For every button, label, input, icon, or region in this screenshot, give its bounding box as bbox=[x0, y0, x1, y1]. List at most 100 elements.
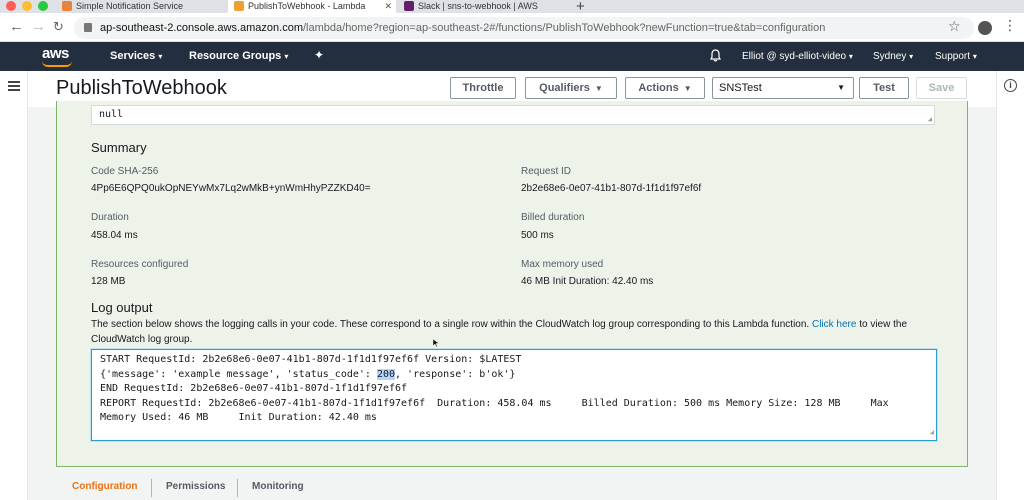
support-menu[interactable]: Support ▾ bbox=[935, 51, 977, 62]
caret-down-icon: ▼ bbox=[683, 84, 692, 93]
resize-handle-icon[interactable]: ◢ bbox=[930, 425, 934, 440]
sns-icon bbox=[62, 1, 72, 11]
tab-title: Simple Notification Service bbox=[76, 1, 184, 11]
tab-monitoring[interactable]: Monitoring bbox=[252, 481, 304, 492]
save-button[interactable]: Save bbox=[916, 77, 967, 99]
info-icon[interactable]: i bbox=[1004, 79, 1017, 92]
save-label: Save bbox=[928, 82, 955, 94]
browser-tab-slack[interactable]: Slack | sns-to-webhook | AWS bbox=[398, 0, 568, 13]
summary-title: Summary bbox=[91, 140, 147, 155]
log-text: , 'response': b'ok'} bbox=[395, 368, 516, 380]
test-event-value: SNSTest bbox=[719, 82, 762, 94]
browser-menu-icon[interactable]: ⋮ bbox=[1003, 17, 1017, 34]
chevron-down-icon: ▾ bbox=[972, 52, 977, 61]
region-menu[interactable]: Sydney ▾ bbox=[873, 51, 913, 62]
tab-configuration[interactable]: Configuration bbox=[72, 481, 138, 492]
max-memory-value: 46 MB Init Duration: 42.40 ms bbox=[521, 276, 654, 287]
code-sha-label: Code SHA-256 bbox=[91, 166, 159, 177]
bookmark-star-icon[interactable]: ☆ bbox=[948, 18, 961, 35]
resources-label: Resources configured bbox=[91, 259, 189, 270]
chevron-down-icon: ▾ bbox=[158, 52, 163, 61]
chevron-down-icon: ▾ bbox=[909, 52, 914, 61]
response-text: null bbox=[99, 109, 124, 120]
log-line: {'message': 'example message', 'status_c… bbox=[100, 368, 928, 383]
test-button[interactable]: Test bbox=[859, 77, 909, 99]
reload-icon[interactable]: ↻ bbox=[53, 19, 64, 35]
services-menu[interactable]: Services ▾ bbox=[110, 50, 162, 62]
services-label: Services bbox=[110, 50, 156, 62]
function-tabs: Configuration Permissions Monitoring bbox=[56, 475, 968, 500]
max-memory-label: Max memory used bbox=[521, 259, 604, 270]
aws-logo[interactable]: aws bbox=[42, 45, 69, 62]
request-id-label: Request ID bbox=[521, 166, 572, 177]
url-input[interactable]: ap-southeast-2.console.aws.amazon.com/la… bbox=[74, 17, 974, 39]
left-sidebar bbox=[0, 71, 28, 500]
close-window-icon[interactable] bbox=[6, 1, 16, 11]
forward-icon[interactable]: → bbox=[31, 18, 46, 35]
log-text: {'message': 'example message', 'status_c… bbox=[100, 368, 377, 380]
region-label: Sydney bbox=[873, 51, 907, 62]
close-tab-icon[interactable]: ✕ bbox=[384, 0, 392, 12]
resource-groups-label: Resource Groups bbox=[189, 50, 282, 62]
account-menu[interactable]: Elliot @ syd-elliot-video ▾ bbox=[742, 51, 853, 62]
browser-tab-strip: Simple Notification Service PublishToWeb… bbox=[0, 0, 1024, 15]
resize-handle-icon[interactable]: ◢ bbox=[928, 115, 932, 123]
test-event-select[interactable]: SNSTest ▼ bbox=[712, 77, 854, 99]
tab-title: PublishToWebhook - Lambda bbox=[248, 1, 366, 11]
billed-duration-value: 500 ms bbox=[521, 230, 554, 241]
tab-title: Slack | sns-to-webhook | AWS bbox=[418, 1, 538, 11]
test-label: Test bbox=[873, 82, 895, 94]
browser-tab-sns[interactable]: Simple Notification Service bbox=[56, 0, 226, 13]
account-label: Elliot @ syd-elliot-video bbox=[742, 51, 847, 62]
request-id-value: 2b2e68e6-0e07-41b1-807d-1f1d1f97ef6f bbox=[521, 183, 702, 194]
maximize-window-icon[interactable] bbox=[38, 1, 48, 11]
cloudwatch-link[interactable]: Click here bbox=[812, 319, 856, 330]
resources-value: 128 MB bbox=[91, 276, 126, 287]
throttle-label: Throttle bbox=[462, 82, 504, 94]
page-title: PublishToWebhook bbox=[56, 77, 227, 99]
right-sidebar: i bbox=[996, 71, 1024, 500]
chevron-down-icon: ▾ bbox=[284, 52, 289, 61]
mouse-cursor-icon bbox=[433, 339, 439, 347]
log-line: REPORT RequestId: 2b2e68e6-0e07-41b1-807… bbox=[100, 397, 895, 424]
duration-label: Duration bbox=[91, 212, 129, 223]
address-bar: ← → ↻ ap-southeast-2.console.aws.amazon.… bbox=[0, 13, 1024, 42]
log-line: END RequestId: 2b2e68e6-0e07-41b1-807d-1… bbox=[100, 383, 408, 394]
support-label: Support bbox=[935, 51, 971, 62]
pin-icon[interactable]: ✦ bbox=[314, 48, 324, 62]
aws-console-nav: aws Services ▾ Resource Groups ▾ ✦ Ellio… bbox=[0, 42, 1024, 71]
log-output-title: Log output bbox=[91, 300, 153, 315]
back-icon[interactable]: ← bbox=[9, 18, 24, 35]
menu-icon[interactable] bbox=[8, 81, 20, 91]
qualifiers-label: Qualifiers bbox=[539, 82, 590, 94]
log-line: START RequestId: 2b2e68e6-0e07-41b1-807d… bbox=[100, 354, 522, 365]
tab-permissions[interactable]: Permissions bbox=[166, 481, 225, 492]
tab-divider bbox=[151, 479, 152, 497]
log-output-description: The section below shows the logging call… bbox=[91, 317, 931, 347]
throttle-button[interactable]: Throttle bbox=[450, 77, 516, 99]
desc-text: The section below shows the logging call… bbox=[91, 319, 812, 330]
url-host: ap-southeast-2.console.aws.amazon.com bbox=[100, 22, 303, 34]
aws-smile-icon bbox=[42, 61, 72, 67]
execution-result-panel: null ◢ Summary Code SHA-256 4Pp6E6QPQ0ukO… bbox=[56, 101, 968, 467]
profile-avatar-icon[interactable] bbox=[978, 21, 992, 35]
actions-button[interactable]: Actions ▼ bbox=[625, 77, 705, 99]
duration-value: 458.04 ms bbox=[91, 230, 138, 241]
billed-duration-label: Billed duration bbox=[521, 212, 585, 223]
caret-down-icon: ▼ bbox=[594, 84, 603, 93]
slack-icon bbox=[404, 1, 414, 11]
url-path: /lambda/home?region=ap-southeast-2#/func… bbox=[303, 22, 826, 34]
qualifiers-button[interactable]: Qualifiers ▼ bbox=[525, 77, 617, 99]
log-output-box[interactable]: START RequestId: 2b2e68e6-0e07-41b1-807d… bbox=[91, 349, 937, 441]
browser-tab-lambda[interactable]: PublishToWebhook - Lambda ✕ bbox=[228, 0, 396, 13]
actions-label: Actions bbox=[638, 82, 679, 94]
minimize-window-icon[interactable] bbox=[22, 1, 32, 11]
caret-down-icon: ▼ bbox=[837, 83, 845, 92]
response-output[interactable]: null ◢ bbox=[91, 105, 935, 125]
lambda-icon bbox=[234, 1, 244, 11]
selected-text: 200 bbox=[376, 368, 396, 380]
resource-groups-menu[interactable]: Resource Groups ▾ bbox=[189, 50, 288, 62]
bell-icon[interactable] bbox=[710, 49, 721, 62]
code-sha-value: 4Pp6E6QPQ0ukOpNEYwMx7Lq2wMkB+ynWmHhyPZZK… bbox=[91, 183, 371, 194]
main-content: PublishToWebhook Throttle Qualifiers ▼ Ac… bbox=[28, 71, 996, 500]
